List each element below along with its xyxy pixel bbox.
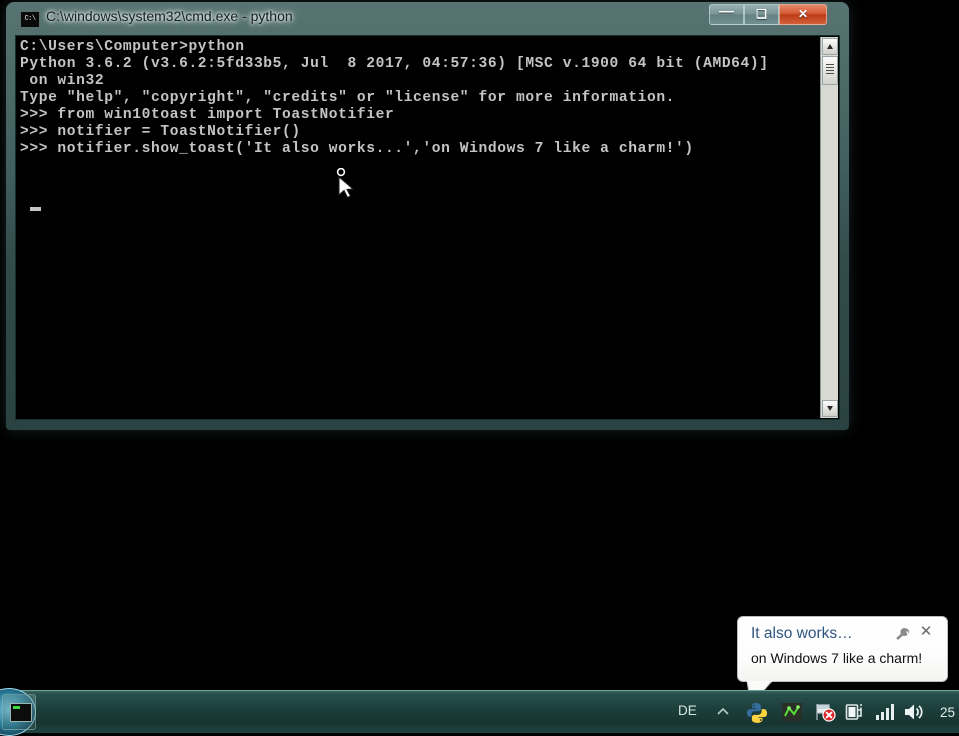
scrollbar-thumb[interactable] bbox=[822, 56, 838, 85]
cmd-icon: C:\ bbox=[20, 11, 40, 28]
language-indicator[interactable]: DE bbox=[678, 703, 697, 718]
minimize-button[interactable]: — bbox=[709, 4, 744, 25]
window-title: C:\windows\system32\cmd.exe - python bbox=[46, 8, 293, 24]
cmd-icon bbox=[10, 703, 32, 722]
python-icon[interactable] bbox=[745, 701, 768, 723]
green-status-icon[interactable] bbox=[781, 701, 803, 723]
maximize-icon: ❑ bbox=[756, 7, 767, 21]
clock[interactable]: 25 bbox=[940, 705, 955, 720]
taskbar-item-cmd[interactable] bbox=[2, 694, 36, 730]
maximize-button[interactable]: ❑ bbox=[744, 4, 779, 25]
console-window[interactable]: C:\ C:\windows\system32\cmd.exe - python… bbox=[6, 2, 849, 430]
mouse-cursor bbox=[336, 167, 360, 200]
chevron-up-icon[interactable] bbox=[715, 704, 731, 720]
scrollbar-grip-icon bbox=[826, 64, 834, 77]
console-scrollbar[interactable] bbox=[820, 37, 838, 418]
scroll-down-icon[interactable] bbox=[822, 400, 838, 417]
minimize-icon: — bbox=[719, 3, 734, 20]
power-plug-icon[interactable] bbox=[844, 701, 866, 723]
action-center-flag-icon[interactable] bbox=[814, 701, 836, 723]
toast-title: It also works… bbox=[751, 625, 853, 642]
close-button[interactable]: ✕ bbox=[779, 4, 827, 25]
volume-speaker-icon[interactable] bbox=[903, 701, 925, 723]
taskbar[interactable]: DE 25 bbox=[0, 688, 959, 736]
window-titlebar[interactable]: C:\ C:\windows\system32\cmd.exe - python… bbox=[6, 2, 849, 32]
console-caret bbox=[30, 207, 41, 211]
toast-notification[interactable]: It also works… on Windows 7 like a charm… bbox=[737, 616, 948, 707]
wrench-icon[interactable] bbox=[894, 626, 910, 642]
close-icon[interactable]: ✕ bbox=[918, 624, 934, 640]
toast-body: on Windows 7 like a charm! bbox=[751, 650, 923, 666]
network-bars-icon[interactable] bbox=[874, 701, 896, 723]
console-output: C:\Users\Computer>python Python 3.6.2 (v… bbox=[20, 39, 769, 157]
desktop: C:\ C:\windows\system32\cmd.exe - python… bbox=[0, 0, 959, 736]
console-client-area[interactable]: C:\Users\Computer>python Python 3.6.2 (v… bbox=[15, 35, 840, 420]
close-icon: ✕ bbox=[797, 7, 809, 21]
scroll-up-icon[interactable] bbox=[822, 38, 838, 55]
